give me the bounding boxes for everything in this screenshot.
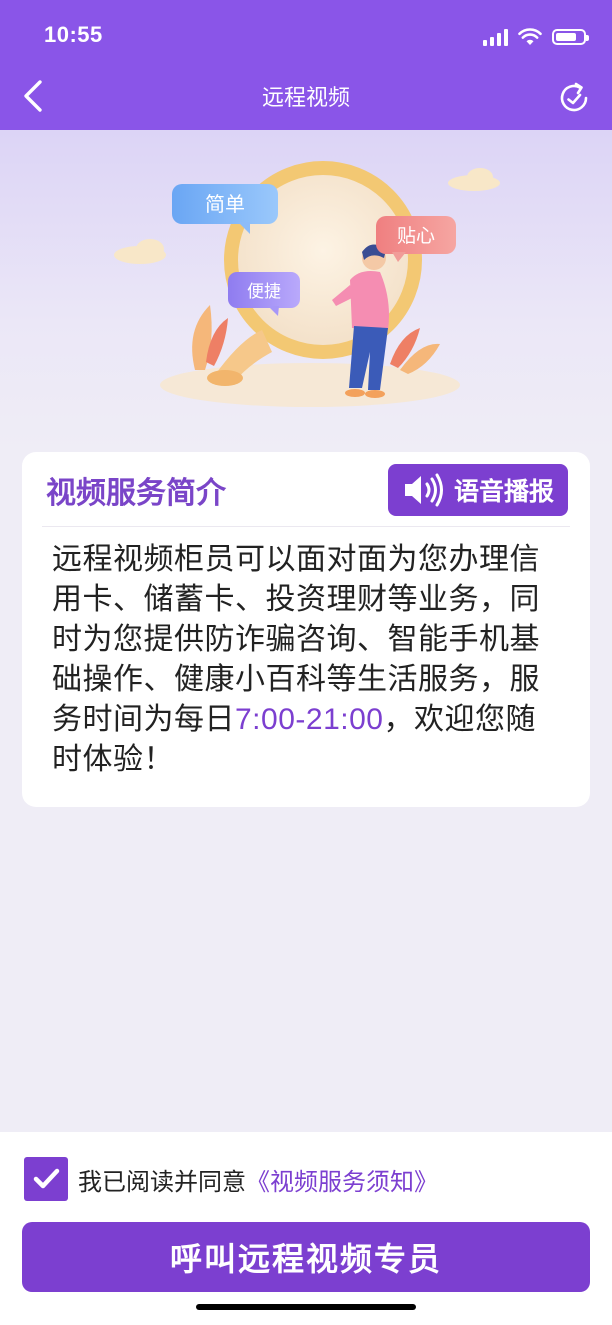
signal-icon [483, 28, 508, 46]
bubble-simple: 简单 [205, 192, 245, 216]
hero-illustration: 简单 便捷 贴心 [0, 130, 612, 450]
bubble-convenient: 便捷 [247, 282, 281, 302]
service-terms-link[interactable]: 《视频服务须知》 [246, 1162, 438, 1197]
home-indicator [196, 1304, 416, 1310]
refresh-icon[interactable] [556, 80, 592, 116]
voice-broadcast-button[interactable]: 语音播报 [388, 464, 568, 516]
status-time: 10:55 [44, 22, 103, 47]
checkmark-icon [33, 1168, 60, 1189]
status-icons [483, 22, 589, 52]
service-intro-card: 视频服务简介 语音播报 远程视频柜员可以面对面为您办理信用卡、储蓄卡、投资理财等… [22, 452, 590, 807]
voice-broadcast-label: 语音播报 [453, 477, 554, 506]
bubble-caring: 贴心 [397, 225, 435, 247]
divider [42, 526, 570, 527]
card-title: 视频服务简介 [46, 476, 226, 511]
call-video-agent-button[interactable]: 呼叫远程视频专员 [22, 1222, 590, 1292]
battery-icon [552, 29, 589, 45]
service-hours: 7:00-21:00 [235, 703, 384, 736]
hero-artwork: 简单 便捷 贴心 [114, 161, 500, 407]
top-header: 10:55 远程视频 [0, 0, 612, 130]
page-title: 远程视频 [261, 86, 350, 111]
speaker-icon [404, 473, 443, 507]
agreement-row: 我已阅读并同意 《视频服务须知》 [24, 1156, 438, 1202]
wifi-icon [518, 28, 542, 45]
intro-text: 远程视频柜员可以面对面为您办理信用卡、储蓄卡、投资理财等业务，同时为您提供防诈骗… [52, 540, 562, 780]
bottom-panel: 我已阅读并同意 《视频服务须知》 呼叫远程视频专员 [0, 1132, 612, 1325]
agreement-checkbox[interactable] [24, 1157, 68, 1201]
agreement-text: 我已阅读并同意 [78, 1167, 246, 1196]
